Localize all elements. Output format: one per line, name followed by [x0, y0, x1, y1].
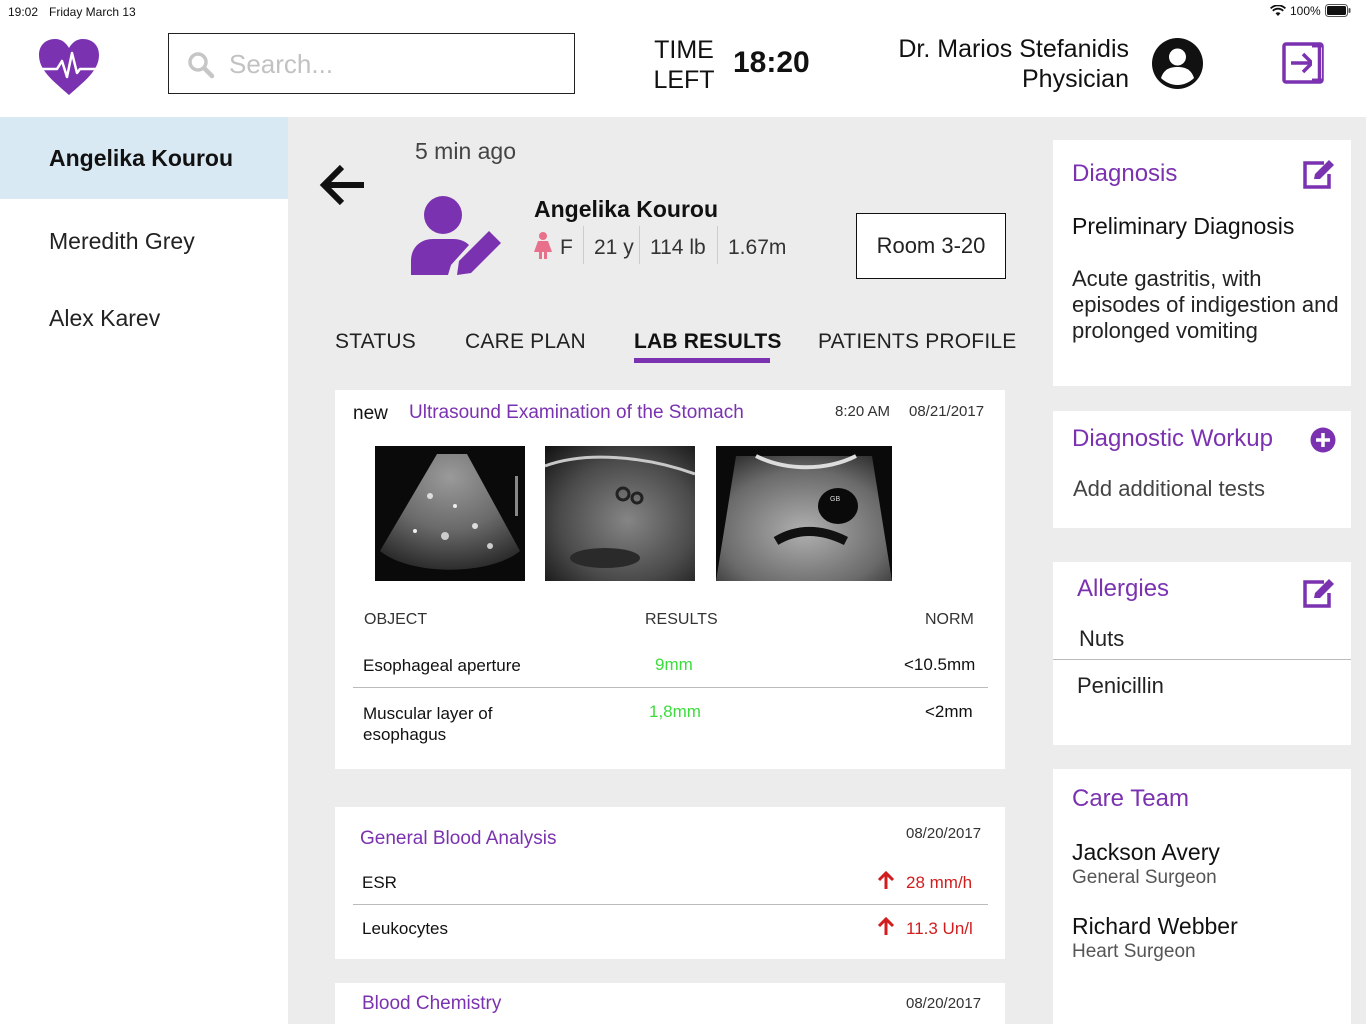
patient-weight: 114 lb [650, 236, 706, 259]
add-circle-icon[interactable] [1310, 427, 1336, 458]
care-team-title: Care Team [1072, 785, 1189, 812]
edit-icon[interactable] [1302, 159, 1336, 194]
patient-edit-icon[interactable] [411, 195, 505, 282]
column-header-object: OBJECT [364, 611, 428, 628]
status-date: Friday March 13 [49, 5, 136, 19]
test-name: Leukocytes [362, 919, 448, 938]
heart-pulse-icon[interactable] [38, 38, 100, 101]
table-row[interactable]: ESR 28 mm/h [353, 859, 988, 905]
battery-percent: 100% [1290, 4, 1321, 18]
last-updated: 5 min ago [415, 138, 517, 164]
team-member-name[interactable]: Richard Webber [1072, 913, 1238, 940]
table-row[interactable]: Leukocytes 11.3 Un/l [353, 907, 988, 953]
patient-sex: F [560, 236, 573, 259]
female-icon [533, 232, 553, 265]
wifi-icon [1269, 4, 1287, 22]
table-row[interactable]: Muscular layer of esophagus 1,8mm <2mm [353, 695, 988, 751]
allergy-label: Penicillin [1077, 673, 1164, 698]
image-label-gb: GB [830, 496, 840, 503]
allergies-title: Allergies [1077, 575, 1170, 602]
doctor-name: Dr. Marios Stefanidis [898, 35, 1129, 63]
ultrasound-image-2[interactable] [544, 446, 696, 581]
norm-value: <10.5mm [904, 655, 976, 674]
diagnosis-card: Diagnosis Preliminary Diagnosis Acute ga… [1053, 140, 1351, 386]
allergy-item: Nuts [1053, 618, 1351, 660]
doctor-role: Physician [1022, 65, 1129, 93]
diagnosis-subtitle: Preliminary Diagnosis [1072, 213, 1295, 239]
ultrasound-card[interactable]: new Ultrasound Examination of the Stomac… [335, 390, 1005, 769]
divider [639, 226, 640, 264]
blood-chemistry-card[interactable]: Blood Chemistry 08/20/2017 [335, 983, 1005, 1024]
ultrasound-image-1[interactable] [375, 446, 525, 581]
team-member-name[interactable]: Jackson Avery [1072, 839, 1220, 866]
patient-list-sidebar: Angelika Kourou Meredith Grey Alex Karev [0, 117, 288, 1024]
patient-list-item-angelika[interactable]: Angelika Kourou [0, 117, 288, 199]
arrow-up-icon [877, 870, 895, 896]
back-arrow-icon[interactable] [318, 162, 366, 213]
patient-list-item-alex[interactable]: Alex Karev [0, 277, 288, 359]
column-header-results: RESULTS [645, 611, 718, 628]
object-name: Esophageal aperture [363, 656, 521, 675]
logout-icon[interactable] [1282, 42, 1324, 89]
time-left-label: TIME LEFT [653, 36, 715, 94]
status-time: 19:02 [8, 5, 39, 19]
test-name: ESR [362, 873, 397, 892]
room-badge: Room 3-20 [856, 213, 1006, 279]
blood-chemistry-date: 08/20/2017 [906, 995, 982, 1012]
workup-text[interactable]: Add additional tests [1073, 476, 1265, 502]
doctor-info: Dr. Marios Stefanidis Physician [820, 34, 1129, 94]
test-value: 11.3 Un/l [906, 919, 973, 938]
care-team-card: Care Team Jackson Avery General Surgeon … [1053, 769, 1351, 1024]
ultrasound-image-3[interactable]: GB [716, 446, 892, 581]
battery-icon [1325, 4, 1351, 22]
patient-list-item-meredith[interactable]: Meredith Grey [0, 200, 288, 282]
allergy-item: Penicillin [1053, 662, 1351, 704]
team-member-role: Heart Surgeon [1072, 941, 1196, 962]
ultrasound-title[interactable]: Ultrasound Examination of the Stomach [409, 402, 744, 424]
ultrasound-date: 08/21/2017 [909, 403, 985, 420]
workup-title: Diagnostic Workup [1072, 425, 1273, 452]
team-member-role: General Surgeon [1072, 867, 1217, 888]
patient-height: 1.67m [728, 236, 787, 259]
allergy-label: Nuts [1079, 626, 1125, 651]
patient-name: Angelika Kourou [534, 196, 719, 222]
norm-value: <2mm [925, 702, 973, 721]
ultrasound-time: 8:20 AM [835, 403, 891, 420]
diagnostic-workup-card: Diagnostic Workup Add additional tests [1053, 411, 1351, 528]
search-icon [187, 51, 215, 84]
test-value: 28 mm/h [906, 873, 973, 892]
diagnosis-title: Diagnosis [1072, 160, 1178, 187]
divider [583, 226, 584, 264]
patient-age: 21 y [594, 236, 634, 259]
blood-chemistry-title[interactable]: Blood Chemistry [362, 993, 501, 1015]
object-name: Muscular layer of esophagus [363, 704, 493, 744]
table-row[interactable]: Esophageal aperture 9mm <10.5mm [353, 648, 988, 688]
diagnosis-text: Acute gastritis, with episodes of indige… [1072, 266, 1339, 343]
blood-analysis-title[interactable]: General Blood Analysis [360, 828, 556, 850]
arrow-up-icon [877, 916, 895, 942]
allergies-card: Allergies Nuts Penicillin [1053, 562, 1351, 745]
active-tab-indicator [634, 358, 770, 363]
column-header-norm: NORM [925, 611, 974, 628]
search-box[interactable] [168, 33, 575, 94]
top-header: 19:02 Friday March 13 100% TIME LEFT 18:… [0, 0, 1366, 117]
tab-lab-results[interactable]: LAB RESULTS [634, 330, 782, 354]
result-value: 1,8mm [649, 702, 701, 721]
user-avatar-icon[interactable] [1152, 38, 1203, 94]
result-value: 9mm [655, 655, 693, 674]
new-badge: new [353, 403, 388, 424]
tab-status[interactable]: STATUS [335, 330, 416, 354]
divider [717, 226, 718, 264]
tab-patients-profile[interactable]: PATIENTS PROFILE [818, 330, 1016, 354]
search-input[interactable] [229, 46, 559, 82]
blood-analysis-card[interactable]: General Blood Analysis 08/20/2017 ESR 28… [335, 807, 1005, 959]
tab-care-plan[interactable]: CARE PLAN [465, 330, 586, 354]
blood-analysis-date: 08/20/2017 [906, 825, 982, 842]
time-left-value: 18:20 [733, 46, 810, 79]
edit-icon[interactable] [1302, 578, 1336, 613]
